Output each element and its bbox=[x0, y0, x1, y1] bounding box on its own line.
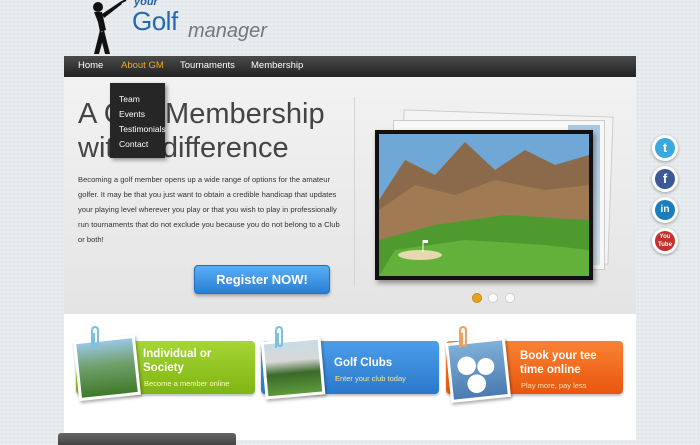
register-button[interactable]: Register NOW! bbox=[194, 265, 330, 294]
dropdown-item-events[interactable]: Events bbox=[119, 109, 145, 119]
promo-individual-title: Individual or Society bbox=[143, 348, 212, 374]
golfer-icon bbox=[93, 0, 127, 54]
site-logo[interactable]: your Golf manager bbox=[80, 0, 280, 56]
hero-body: Becoming a golf member opens up a wide r… bbox=[78, 175, 340, 244]
nav-item-tournaments[interactable]: Tournaments bbox=[180, 60, 235, 71]
promo-golf-clubs-subtitle: Enter your club today bbox=[335, 374, 406, 383]
promo-tee-time-title: Book your tee time online bbox=[520, 350, 597, 376]
paperclip-icon bbox=[459, 326, 467, 348]
promo-tee-time-photo bbox=[445, 337, 511, 403]
nav-item-about[interactable]: About GM bbox=[121, 60, 164, 71]
linkedin-button[interactable]: in bbox=[652, 197, 678, 223]
slider-dot-2[interactable] bbox=[488, 293, 498, 303]
bottom-section-tab bbox=[58, 433, 236, 445]
golf-course-image bbox=[379, 134, 589, 276]
about-dropdown-menu: Team Events Testimonials Contact bbox=[110, 83, 166, 158]
promo-golf-clubs-title: Golf Clubs bbox=[334, 357, 393, 369]
main-nav: Home About GM Tournaments Membership bbox=[64, 56, 636, 77]
promo-individual-photo bbox=[73, 334, 141, 402]
twitter-icon: t bbox=[655, 138, 675, 158]
promo-tee-time-subtitle: Play more, pay less bbox=[521, 381, 587, 390]
slider-image[interactable] bbox=[375, 130, 593, 280]
facebook-button[interactable]: f bbox=[652, 166, 678, 192]
youtube-icon: You Tube bbox=[655, 231, 675, 251]
logo-golf: Golf bbox=[132, 6, 178, 36]
nav-item-membership[interactable]: Membership bbox=[251, 60, 303, 71]
dropdown-item-testimonials[interactable]: Testimonials bbox=[119, 124, 166, 134]
facebook-icon: f bbox=[655, 169, 675, 189]
promo-golf-clubs-photo bbox=[260, 336, 326, 400]
slider-dot-3[interactable] bbox=[505, 293, 515, 303]
nav-item-home[interactable]: Home bbox=[78, 60, 103, 71]
slider-dot-1[interactable] bbox=[472, 293, 482, 303]
youtube-button[interactable]: You Tube bbox=[652, 228, 678, 254]
twitter-button[interactable]: t bbox=[652, 135, 678, 161]
paperclip-icon bbox=[275, 326, 283, 348]
logo-manager: manager bbox=[188, 20, 267, 42]
paperclip-icon bbox=[91, 326, 99, 348]
promo-individual-subtitle: Become a member online bbox=[144, 379, 230, 388]
dropdown-item-contact[interactable]: Contact bbox=[119, 139, 148, 149]
divider bbox=[354, 97, 355, 287]
linkedin-icon: in bbox=[655, 200, 675, 220]
dropdown-item-team[interactable]: Team bbox=[119, 94, 140, 104]
